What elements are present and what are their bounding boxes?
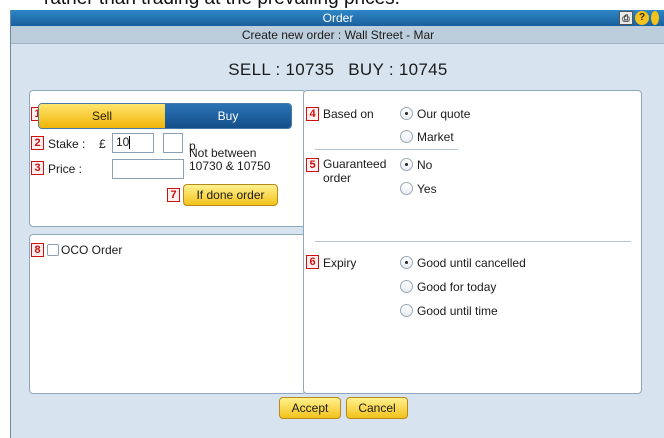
sell-toggle-button[interactable]: Sell	[39, 104, 165, 128]
marker-4: 4	[306, 107, 319, 121]
accept-button[interactable]: Accept	[279, 397, 341, 419]
stake-pounds-value: 10	[116, 135, 130, 149]
print-icon[interactable]: ⎙	[619, 11, 633, 25]
dialog-title: Order	[322, 11, 354, 25]
price-hint: Not between 10730 & 10750	[189, 147, 270, 173]
dialog-titlebar: Order ⎙ ?	[11, 10, 664, 26]
based-on-market-radio[interactable]	[400, 130, 413, 143]
based-on-market-label: Market	[417, 130, 454, 144]
text-caret	[129, 136, 131, 150]
expiry-good-until-cancelled-radio[interactable]	[400, 256, 413, 269]
price-hint-line2: 10730 & 10750	[189, 159, 271, 173]
marker-7: 7	[167, 188, 180, 202]
stake-pounds-input[interactable]: 10	[112, 133, 154, 153]
currency-symbol: £	[99, 137, 106, 151]
marker-2: 2	[31, 136, 44, 150]
marker-8: 8	[31, 243, 44, 257]
help-icon[interactable]: ?	[635, 11, 649, 25]
expiry-good-until-cancelled-label: Good until cancelled	[417, 256, 526, 270]
section-divider	[315, 149, 458, 150]
if-done-order-button[interactable]: If done order	[183, 184, 278, 206]
order-dialog: Order ⎙ ? Create new order : Wall Street…	[10, 10, 664, 438]
expiry-good-for-today-radio[interactable]	[400, 280, 413, 293]
price-input[interactable]	[112, 159, 184, 179]
guaranteed-order-label: Guaranteed order	[323, 157, 386, 185]
dialog-subtitle: Create new order : Wall Street - Mar	[11, 26, 664, 44]
based-on-label: Based on	[323, 107, 374, 121]
buy-toggle-button[interactable]: Buy	[165, 104, 291, 128]
guaranteed-no-label: No	[417, 158, 433, 172]
quote-line: SELL : 10735 BUY : 10745	[11, 60, 664, 80]
sell-quote: SELL : 10735	[228, 60, 335, 79]
guaranteed-no-radio[interactable]	[400, 158, 413, 171]
guaranteed-label-line2: order	[323, 171, 352, 185]
oco-order-label: OCO Order	[61, 243, 123, 257]
cancel-button[interactable]: Cancel	[346, 397, 408, 419]
expiry-good-until-time-label: Good until time	[417, 304, 498, 318]
based-on-our-quote-radio[interactable]	[400, 107, 413, 120]
marker-5: 5	[306, 158, 319, 172]
based-on-our-quote-label: Our quote	[417, 107, 471, 121]
expiry-good-until-time-radio[interactable]	[400, 304, 413, 317]
guaranteed-yes-label: Yes	[417, 182, 437, 196]
titlebar-icons: ⎙ ?	[619, 11, 659, 25]
oco-order-checkbox[interactable]	[47, 244, 59, 256]
buy-quote: BUY : 10745	[348, 60, 448, 79]
guaranteed-yes-radio[interactable]	[400, 182, 413, 195]
oco-panel	[29, 234, 306, 394]
expiry-label: Expiry	[323, 256, 357, 270]
guaranteed-label-line1: Guaranteed	[323, 157, 387, 171]
marker-3: 3	[31, 161, 44, 175]
marker-6: 6	[306, 255, 319, 269]
minimize-icon[interactable]	[651, 11, 659, 25]
section-divider	[315, 241, 631, 242]
price-label: Price :	[48, 162, 83, 176]
order-options-panel	[303, 90, 642, 394]
direction-toggle: Sell Buy	[38, 103, 292, 129]
stake-label: Stake :	[48, 137, 86, 151]
stake-pence-input[interactable]	[163, 133, 183, 153]
expiry-good-for-today-label: Good for today	[417, 280, 497, 294]
